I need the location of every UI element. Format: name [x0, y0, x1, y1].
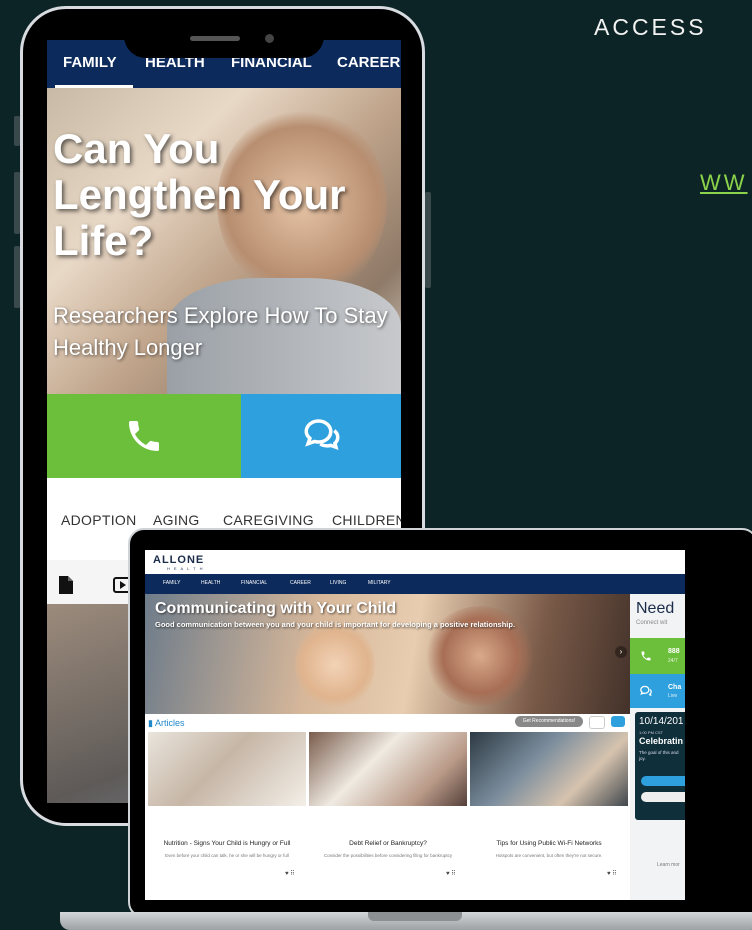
logo-text: ALLONE	[153, 554, 205, 566]
document-icon: ▮	[148, 718, 153, 728]
phone-camera	[265, 34, 274, 43]
phone-volume-down	[14, 246, 20, 308]
chat-icon	[640, 685, 652, 697]
phone-icon	[129, 421, 159, 451]
nav-military[interactable]: MILITARY	[368, 580, 391, 586]
nav-living[interactable]: LIVING	[330, 580, 346, 586]
favorite-icon[interactable]: ♥ ⠿	[285, 870, 295, 877]
learn-more-link[interactable]: Learn mor	[657, 862, 680, 868]
event-card	[635, 712, 685, 820]
articles-label: Articles	[154, 718, 185, 728]
phone-power-button	[425, 192, 431, 288]
hero-title: Can You Lengthen Your Life?	[53, 125, 346, 264]
article-card-title[interactable]: Nutrition - Signs Your Child is Hungry o…	[148, 840, 306, 847]
event-time: 1:00 PM CST	[639, 730, 664, 735]
phone-volume-up	[14, 172, 20, 234]
nav-financial[interactable]: FINANCIAL	[241, 580, 267, 586]
category-caregiving[interactable]: CAREGIVING	[223, 512, 314, 528]
chat-icon	[304, 419, 340, 451]
grid-view-icon[interactable]	[589, 716, 605, 729]
phone-speaker	[190, 36, 240, 41]
tab-family[interactable]: FAMILY	[63, 54, 117, 71]
article-card-description: Consider the possibilities before consid…	[323, 853, 453, 858]
phone-hero-banner[interactable]: Can You Lengthen Your Life? Researchers …	[47, 88, 401, 398]
website-link[interactable]: WW	[700, 170, 748, 196]
laptop-screen: ALLONE HEALTH FAMILY HEALTH FINANCIAL CA…	[145, 550, 685, 900]
sidebar-call-number: 888	[668, 648, 680, 655]
sidebar-call-button[interactable]	[630, 638, 685, 674]
event-primary-button[interactable]	[641, 776, 685, 786]
category-aging[interactable]: AGING	[153, 512, 200, 528]
hero-photo-child	[295, 620, 375, 710]
article-card-image[interactable]	[309, 732, 467, 806]
article-card-title[interactable]: Debt Relief or Bankruptcy?	[309, 840, 467, 847]
laptop-nav-bar: FAMILY HEALTH FINANCIAL CAREER LIVING MI…	[145, 574, 685, 594]
event-secondary-button[interactable]	[641, 792, 685, 802]
article-card-title[interactable]: Tips for Using Public Wi-Fi Networks	[470, 840, 628, 847]
sidebar-chat-label: Cha	[668, 684, 682, 691]
call-button[interactable]	[47, 394, 241, 478]
category-adoption[interactable]: ADOPTION	[61, 512, 137, 528]
nav-health[interactable]: HEALTH	[201, 580, 220, 586]
article-card-image[interactable]	[470, 732, 628, 806]
laptop-hinge-notch	[368, 912, 462, 921]
favorite-icon[interactable]: ♥ ⠿	[446, 870, 456, 877]
get-recommendations-button[interactable]: Get Recommendations!	[515, 716, 583, 727]
sidebar-call-hours: 24/7	[668, 658, 678, 664]
nav-career[interactable]: CAREER	[290, 580, 311, 586]
chat-button[interactable]	[241, 394, 401, 478]
phone-mute-switch	[14, 116, 20, 146]
sidebar-subheading: Connect wit	[636, 620, 668, 626]
hero-subtitle: Researchers Explore How To Stay Healthy …	[53, 303, 388, 360]
laptop-hero-title: Communicating with Your Child	[155, 600, 397, 617]
sidebar-chat-status: Live	[668, 693, 678, 699]
list-view-icon[interactable]	[611, 716, 625, 727]
laptop-hero-subtitle: Good communication between you and your …	[155, 620, 516, 629]
event-title: Celebratin	[639, 736, 684, 746]
event-date: 10/14/201	[639, 716, 684, 727]
article-card-description: Even before your child can talk, he or s…	[165, 853, 289, 858]
document-icon[interactable]	[59, 576, 73, 594]
sidebar-chat-button[interactable]	[630, 674, 685, 708]
carousel-next-icon[interactable]: ›	[615, 646, 627, 658]
favorite-icon[interactable]: ♥ ⠿	[607, 870, 617, 877]
page-heading: ACCESS	[594, 14, 707, 40]
tab-career[interactable]: CAREER	[337, 54, 400, 71]
category-children[interactable]: CHILDREN	[332, 512, 401, 528]
allone-logo[interactable]: ALLONE HEALTH	[153, 554, 206, 571]
nav-family[interactable]: FAMILY	[163, 580, 180, 586]
phone-icon	[641, 651, 651, 661]
logo-subtext: HEALTH	[167, 566, 207, 571]
article-card-description: Hotspots are convenient, but often they'…	[495, 853, 603, 858]
articles-heading: ▮ Articles	[148, 718, 184, 729]
sidebar-heading: Need	[636, 600, 675, 617]
article-card-image[interactable]	[148, 732, 306, 806]
event-description: The goal of this and joy.	[639, 750, 679, 761]
